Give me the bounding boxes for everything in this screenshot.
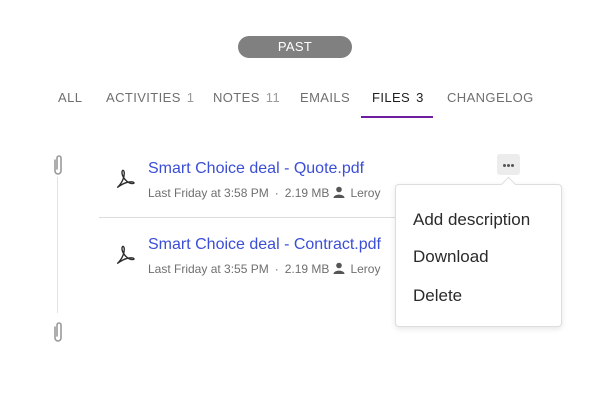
tab-changelog[interactable]: CHANGELOG — [447, 90, 534, 120]
tab-emails[interactable]: EMAILS — [300, 90, 350, 120]
user-icon — [333, 262, 345, 274]
tab-count: 11 — [265, 90, 281, 105]
tab-notes[interactable]: NOTES 11 — [213, 90, 280, 120]
active-tab-indicator — [361, 116, 433, 118]
tab-label: NOTES — [213, 90, 260, 105]
tab-label: ACTIVITIES — [106, 90, 181, 105]
tab-label: FILES — [372, 90, 411, 105]
more-options-button[interactable] — [497, 154, 520, 175]
tab-bar: ALL ACTIVITIES 1 NOTES 11 EMAILS FILES 3 CH… — [0, 90, 590, 120]
menu-item-delete[interactable]: Delete — [413, 286, 462, 306]
file-options-menu: Add description Download Delete — [395, 184, 562, 327]
file-size: 2.19 MB — [284, 186, 330, 200]
user-icon — [333, 186, 345, 198]
file-item: Smart Choice deal - Contract.pdf Last Fr… — [100, 230, 400, 290]
past-filter-button[interactable]: PAST — [238, 36, 352, 58]
pdf-icon — [116, 245, 135, 264]
tab-label: ALL — [58, 90, 83, 105]
file-user: Leroy — [350, 262, 381, 276]
tab-label: CHANGELOG — [447, 90, 534, 105]
paperclip-icon — [54, 155, 62, 175]
timeline-line — [57, 177, 58, 313]
divider — [99, 217, 400, 218]
menu-item-add-description[interactable]: Add description — [413, 210, 530, 230]
tab-count: 1 — [186, 90, 195, 105]
tab-count: 3 — [416, 90, 424, 105]
tab-label: EMAILS — [300, 90, 351, 105]
file-item: Smart Choice deal - Quote.pdf Last Frida… — [100, 155, 400, 215]
menu-item-download[interactable]: Download — [413, 247, 489, 267]
file-name-link[interactable]: Smart Choice deal - Contract.pdf — [148, 236, 381, 254]
file-meta: Last Friday at 3:55 PM · 2.19 MB Leroy — [148, 262, 381, 276]
more-options-icon — [503, 164, 506, 167]
paperclip-icon — [54, 322, 62, 342]
file-name-link[interactable]: Smart Choice deal - Quote.pdf — [148, 160, 364, 178]
tab-all[interactable]: ALL — [58, 90, 82, 120]
file-date: Last Friday at 3:58 PM — [148, 186, 269, 200]
file-size: 2.19 MB — [284, 262, 330, 276]
file-meta: Last Friday at 3:58 PM · 2.19 MB Leroy — [148, 186, 381, 200]
file-date: Last Friday at 3:55 PM — [148, 262, 269, 276]
pdf-icon — [116, 169, 135, 188]
file-user: Leroy — [350, 186, 381, 200]
tab-activities[interactable]: ACTIVITIES 1 — [106, 90, 194, 120]
